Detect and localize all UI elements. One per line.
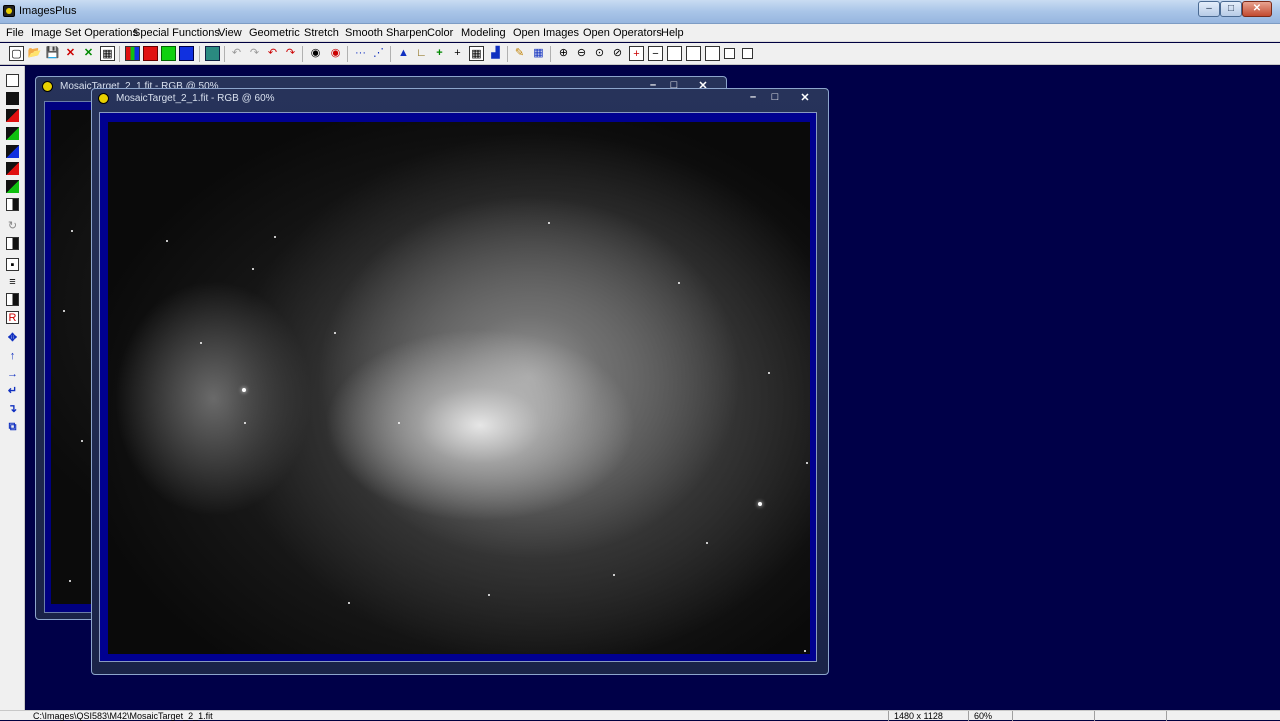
frame-icon[interactable]: ▪ (6, 258, 19, 271)
chart-icon[interactable]: ▟ (488, 46, 503, 61)
toolbar: ▢ 📂 💾 ✕ ✕ ▦ ↶ ↷ ↶ ↷ ◉ ◉ ··· ⋰ ▲ ∟ + + ▦ … (0, 43, 1280, 65)
arrow-up-icon[interactable]: ↑ (6, 350, 19, 363)
star-target-icon[interactable]: ◉ (328, 46, 343, 61)
window-size-5-icon[interactable] (742, 48, 753, 59)
window-minimize-button[interactable]: – (742, 91, 764, 103)
luminance-icon[interactable] (205, 46, 220, 61)
new-file-icon[interactable]: ▢ (9, 46, 24, 61)
nebula-image[interactable] (108, 122, 810, 654)
image-window-icon (98, 93, 109, 104)
menu-stretch[interactable]: Stretch (304, 27, 339, 39)
toolbar-separator (347, 46, 348, 62)
blue-black-icon[interactable] (6, 145, 19, 158)
app-title-bar: ImagesPlus – □ ✕ (0, 0, 1280, 24)
window-size-4-icon[interactable] (724, 48, 735, 59)
window-size-2-icon[interactable] (686, 46, 701, 61)
image-canvas (99, 112, 817, 662)
toolbar-separator (224, 46, 225, 62)
pencil-icon[interactable]: ✎ (512, 46, 527, 61)
app-title: ImagesPlus (19, 5, 77, 17)
rotate-icon[interactable]: ↻ (6, 220, 19, 233)
save-all-icon[interactable] (6, 74, 19, 87)
crosshair-add-icon[interactable]: + (432, 46, 447, 61)
list-icon[interactable]: ≡ (6, 276, 19, 289)
toolbar-separator (302, 46, 303, 62)
red-blue-icon[interactable] (6, 162, 19, 175)
minimize-button[interactable]: – (1198, 1, 1220, 17)
curve-icon[interactable]: ∟ (414, 46, 429, 61)
invert-icon[interactable] (6, 198, 19, 211)
app-icon (3, 5, 15, 17)
black-channel-icon[interactable] (6, 92, 19, 105)
image-window-title: MosaicTarget_2_1.fit - RGB @ 60% (116, 93, 275, 104)
arrow-turn-down-icon[interactable]: ↴ (6, 403, 19, 416)
menu-bar: File Image Set Operations Special Functi… (0, 24, 1280, 42)
close-all-icon[interactable]: ✕ (81, 46, 96, 61)
maximize-button[interactable]: □ (1220, 1, 1242, 17)
menu-geometric[interactable]: Geometric (249, 27, 300, 39)
status-bar: C:\Images\QSI583\M42\MosaicTarget_2_1.fi… (0, 710, 1280, 721)
left-tool-panel: ↻ ▪ ≡ R ✥ ↑ → ↵ ↴ ⧉ (0, 66, 25, 712)
close-image-icon[interactable]: ✕ (63, 46, 78, 61)
image-window-front[interactable]: MosaicTarget_2_1.fit - RGB @ 60% – □ ✕ (91, 88, 829, 675)
toolbar-separator (390, 46, 391, 62)
print-icon[interactable]: ▦ (100, 46, 115, 61)
copy-icon[interactable]: ⧉ (6, 421, 19, 434)
zoom-box-plus-icon[interactable]: + (629, 46, 644, 61)
move-icon[interactable]: ✥ (6, 332, 19, 345)
arrow-turn-left-icon[interactable]: ↵ (6, 385, 19, 398)
rgb-channel-icon[interactable] (125, 46, 140, 61)
window-size-3-icon[interactable] (705, 46, 720, 61)
split-icon[interactable] (6, 293, 19, 306)
menu-view[interactable]: View (218, 27, 242, 39)
grid-icon[interactable]: ▦ (469, 46, 484, 61)
zoom-box-minus-icon[interactable]: − (648, 46, 663, 61)
menu-help[interactable]: Help (661, 27, 684, 39)
menu-file[interactable]: File (6, 27, 24, 39)
undo-icon[interactable]: ↶ (265, 46, 280, 61)
toolbar-separator (507, 46, 508, 62)
undo-disabled-icon[interactable]: ↶ (229, 46, 244, 61)
green-blue-icon[interactable] (6, 180, 19, 193)
zoom-actual-icon[interactable]: ⊘ (610, 46, 625, 61)
menu-image-set-operations[interactable]: Image Set Operations (31, 27, 138, 39)
green-channel-icon[interactable] (161, 46, 176, 61)
green-black-icon[interactable] (6, 127, 19, 140)
histogram-icon[interactable]: ▲ (396, 46, 411, 61)
star-select-icon[interactable]: ◉ (308, 46, 323, 61)
window-maximize-button[interactable]: □ (764, 91, 786, 103)
window-size-1-icon[interactable] (667, 46, 682, 61)
image-window-icon (42, 81, 53, 92)
save-icon[interactable]: 💾 (45, 46, 60, 61)
redo-disabled-icon[interactable]: ↷ (247, 46, 262, 61)
menu-modeling[interactable]: Modeling (461, 27, 506, 39)
arrow-right-icon[interactable]: → (6, 368, 19, 381)
close-button[interactable]: ✕ (1242, 1, 1272, 17)
gradient-icon[interactable] (6, 237, 19, 250)
toolbar-separator (119, 46, 120, 62)
red-black-icon[interactable] (6, 109, 19, 122)
zoom-out-icon[interactable]: ⊖ (574, 46, 589, 61)
menu-open-operators[interactable]: Open Operators (583, 27, 662, 39)
menu-color[interactable]: Color (427, 27, 453, 39)
table-icon[interactable]: ▦ (531, 46, 546, 61)
zoom-fit-icon[interactable]: ⊙ (592, 46, 607, 61)
menu-open-images[interactable]: Open Images (513, 27, 579, 39)
dotted-line-icon[interactable]: ··· (353, 46, 368, 61)
plot-points-icon[interactable]: ⋰ (371, 46, 386, 61)
crosshair-icon[interactable]: + (450, 46, 465, 61)
window-close-button[interactable]: ✕ (794, 91, 816, 104)
redo-icon[interactable]: ↷ (283, 46, 298, 61)
toolbar-separator (550, 46, 551, 62)
region-icon[interactable]: R (6, 311, 19, 324)
menu-special-functions[interactable]: Special Functions (133, 27, 220, 39)
zoom-in-icon[interactable]: ⊕ (556, 46, 571, 61)
toolbar-separator (199, 46, 200, 62)
red-channel-icon[interactable] (143, 46, 158, 61)
open-folder-icon[interactable]: 📂 (27, 46, 42, 61)
blue-channel-icon[interactable] (179, 46, 194, 61)
menu-smooth-sharpen[interactable]: Smooth Sharpen (345, 27, 428, 39)
